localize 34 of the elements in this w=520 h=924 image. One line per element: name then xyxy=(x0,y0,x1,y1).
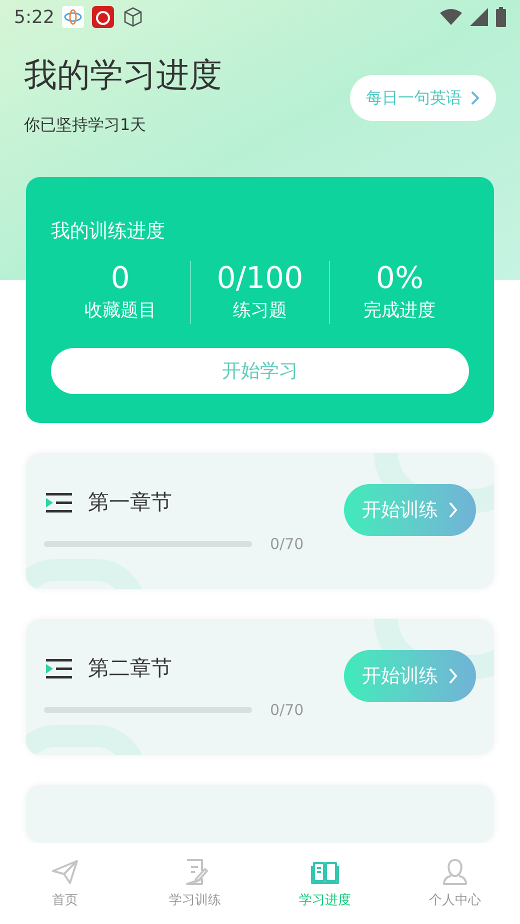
stat-label: 完成进度 xyxy=(364,299,436,324)
nav-tab[interactable]: 学习进度 xyxy=(260,843,390,924)
nav-tab[interactable]: 个人中心 xyxy=(390,843,520,924)
chapter-list-icon xyxy=(46,492,72,513)
status-time: 5:22 xyxy=(14,6,54,30)
start-training-button[interactable]: 开始训练 xyxy=(344,650,476,702)
chapter-count: 0/70 xyxy=(270,534,304,554)
chevron-icon xyxy=(448,501,458,519)
signal-icon xyxy=(470,8,488,26)
user-icon xyxy=(440,856,470,887)
daily-english-button[interactable]: 每日一句英语 xyxy=(350,74,496,121)
start-learning-button[interactable]: 开始学习 xyxy=(51,348,469,394)
page-title: 我的学习进度 xyxy=(24,54,222,95)
stat-label: 收藏题目 xyxy=(84,299,156,324)
chapter-count: 0/70 xyxy=(270,700,304,721)
stat-value: 0/100 xyxy=(216,261,304,298)
music-app-icon xyxy=(92,6,114,28)
wifi-icon xyxy=(440,8,462,26)
battery-icon xyxy=(496,7,506,28)
chapter-title: 第二章节 xyxy=(88,655,172,682)
stat-value: 0% xyxy=(376,261,424,298)
streak-text: 你已坚持学习1天 xyxy=(24,114,148,136)
stat-label: 练习题 xyxy=(233,299,287,324)
chapter-title: 第一章节 xyxy=(88,489,172,516)
chapter-list-icon xyxy=(46,659,72,680)
start-training-button[interactable]: 开始训练 xyxy=(344,484,476,536)
chevron-icon xyxy=(470,90,480,106)
cube-icon xyxy=(122,6,144,28)
nav-tab[interactable]: 首页 xyxy=(0,843,130,924)
nav-tab[interactable]: 学习训练 xyxy=(130,843,260,924)
stat-value: 0 xyxy=(110,261,130,298)
app-icon xyxy=(62,6,84,28)
card-title: 我的训练进度 xyxy=(51,218,166,244)
chevron-icon xyxy=(448,667,458,686)
